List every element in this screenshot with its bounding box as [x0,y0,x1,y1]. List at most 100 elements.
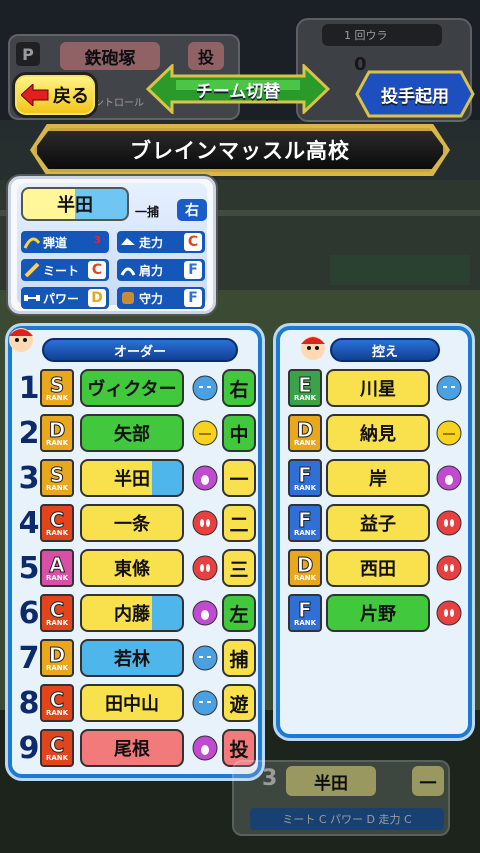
stat-contact: ミート C [21,259,109,281]
school-name: ブレインマッスル高校 [34,128,446,172]
condition-face-icon [192,510,218,536]
rank-caption: RANK [45,708,69,717]
stat-trajectory: 弾道 3 [21,231,109,253]
condition-face-icon [192,735,218,761]
rank-letter: C [49,687,65,712]
condition-face-icon [436,375,462,401]
batter-name: 半田 [286,766,376,796]
rank-letter: F [298,462,313,487]
condition-face-icon [192,645,218,671]
bench-player-name[interactable]: 納見 [326,414,430,452]
team-switch-button[interactable]: チーム切替 [146,64,330,114]
bench-player-name[interactable]: 川星 [326,369,430,407]
stat-grade: C [88,261,106,279]
batter-number: 3 [262,766,278,791]
condition-face-icon [436,555,462,581]
stat-power: パワー D [21,287,109,309]
order-position[interactable]: 中 [222,414,256,452]
stat-grade: D [88,289,106,307]
inning-label: 1 回ウラ [322,24,442,46]
stat-label: 肩力 [139,263,164,278]
dumbbell-icon [24,295,40,301]
order-player-name[interactable]: 尾根 [80,729,184,767]
rank-caption: RANK [293,483,317,492]
rank-badge: S RANK [40,369,74,407]
batting-order-number: 4 [18,505,40,541]
rank-badge: D RANK [288,414,322,452]
back-label: 戻る [53,86,89,107]
order-position[interactable]: 三 [222,549,256,587]
rank-caption: RANK [45,438,69,447]
rank-caption: RANK [45,393,69,402]
batting-order-number: 7 [18,640,40,676]
rank-letter: D [296,417,314,442]
bench-player-name[interactable]: 西田 [326,549,430,587]
selected-player-name: 半田 [21,187,129,221]
order-position[interactable]: 捕 [222,639,256,677]
rank-badge: F RANK [288,594,322,632]
order-player-name[interactable]: ヴィクター [80,369,184,407]
trajectory-icon [23,237,41,249]
rank-caption: RANK [293,393,317,402]
rank-letter: E [298,372,313,397]
bench-player-name[interactable]: 益子 [326,504,430,542]
current-batter-card: 3 半田 一 ミート C パワー D 走力 C [232,760,450,836]
rank-badge: C RANK [40,504,74,542]
rank-letter: C [49,597,65,622]
rank-letter: D [48,642,66,667]
rank-letter: S [49,372,65,397]
batting-order-number: 5 [18,550,40,586]
stat-speed: 走力 C [117,231,205,253]
rank-badge: F RANK [288,504,322,542]
bench-player-name[interactable]: 片野 [326,594,430,632]
arm-icon [120,267,136,276]
player-status-card: 半田 一捕 右 弾道 3 走力 C ミート C 肩力 F パワー D 守力 F [8,176,216,314]
condition-face-icon [436,600,462,626]
rank-caption: RANK [293,528,317,537]
stat-grade: F [184,289,202,307]
order-position[interactable]: 右 [222,369,256,407]
order-player-name[interactable]: 東條 [80,549,184,587]
bench-avatar-icon [301,336,325,360]
rank-letter: C [49,732,65,757]
stat-value: 3 [94,235,101,246]
batting-order-number: 8 [18,685,40,721]
rank-badge: C RANK [40,594,74,632]
rank-badge: S RANK [40,459,74,497]
pitcher-name: 鉄砲塚 [60,42,160,70]
order-player-name[interactable]: 田中山 [80,684,184,722]
rank-badge: D RANK [40,414,74,452]
rank-caption: RANK [45,573,69,582]
order-position[interactable]: 遊 [222,684,256,722]
pitcher-change-label: 投手起用 [381,86,449,107]
stat-label: 弾道 [43,235,68,250]
back-arrow-icon [21,84,49,106]
order-player-name[interactable]: 一条 [80,504,184,542]
bench-player-name[interactable]: 岸 [326,459,430,497]
batter-position: 一 [412,766,444,796]
rank-letter: D [48,417,66,442]
rank-caption: RANK [293,438,317,447]
order-panel-title: オーダー [42,338,238,362]
back-button[interactable]: 戻る [12,72,98,118]
order-position[interactable]: 左 [222,594,256,632]
order-player-name[interactable]: 矢部 [80,414,184,452]
order-position[interactable]: 一 [222,459,256,497]
order-player-name[interactable]: 若林 [80,639,184,677]
pitcher-change-button[interactable]: 投手起用 [355,70,475,118]
batting-order-number: 3 [18,460,40,496]
condition-face-icon [192,375,218,401]
team-switch-label: チーム切替 [195,81,281,102]
order-position[interactable]: 二 [222,504,256,542]
glove-icon [122,292,134,304]
order-player-name[interactable]: 内藤 [80,594,184,632]
rank-badge: E RANK [288,369,322,407]
rank-letter: F [298,507,313,532]
pitcher-badge: P [16,42,40,66]
batter-stats: ミート C パワー D 走力 C [250,808,444,830]
order-player-name[interactable]: 半田 [80,459,184,497]
rank-badge: D RANK [40,639,74,677]
rank-letter: S [49,462,65,487]
stat-grade: C [184,233,202,251]
stat-fielding: 守力 F [117,287,205,309]
